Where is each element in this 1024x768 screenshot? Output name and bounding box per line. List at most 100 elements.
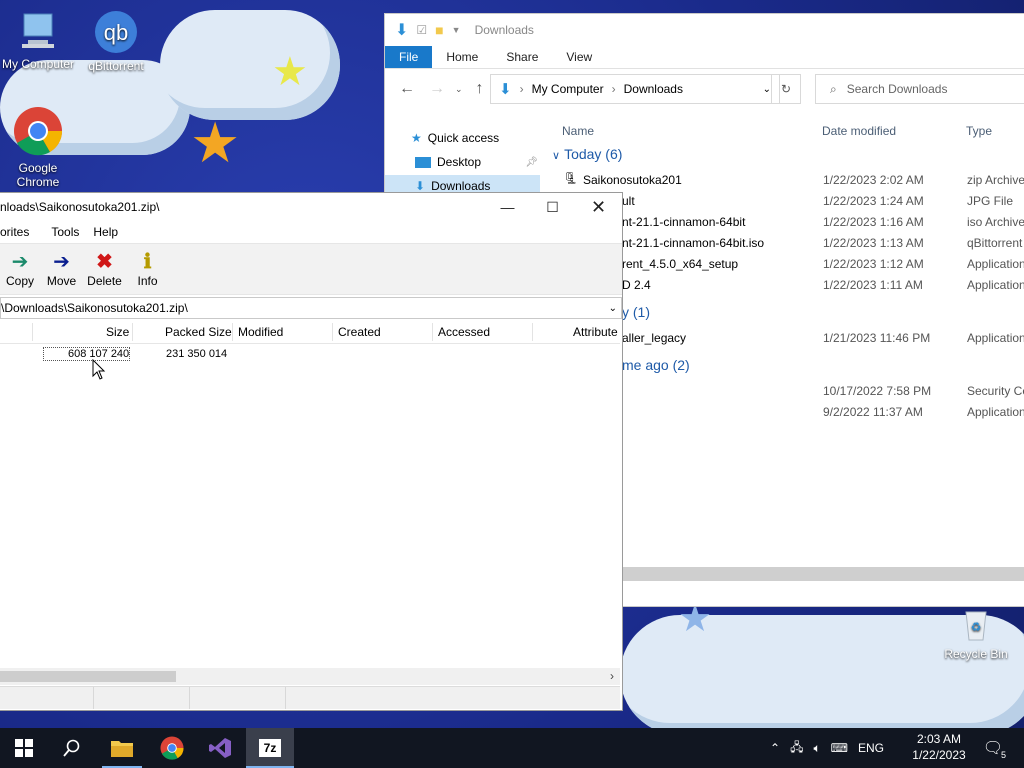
column-divider[interactable] [132,323,133,341]
scrollbar-thumb[interactable] [0,671,176,682]
svg-text:qb: qb [104,20,128,45]
desktop-icon-my-computer[interactable]: My Computer [0,10,76,71]
tab-share[interactable]: Share [492,46,552,68]
cloud-decoration [160,10,340,120]
tab-file[interactable]: File [385,46,433,68]
tab-home[interactable]: Home [432,46,492,68]
info-button[interactable]: ℹ Info [126,250,169,294]
copy-arrow-icon: ➔ [11,251,29,273]
nav-label: Desktop [437,155,482,169]
status-bar [0,686,620,709]
group-label: Today (6) [564,146,623,162]
keyboard-icon[interactable]: ⌨ [831,741,848,755]
move-arrow-icon: ➔ [53,251,70,273]
menu-help[interactable]: Help [93,225,126,239]
menu-tools[interactable]: Tools [51,225,87,239]
downloads-arrow-icon: ⬇ [395,22,409,39]
desktop-icon-chrome[interactable]: Google Chrome [0,106,76,189]
column-header-modified[interactable]: Modified [238,325,283,339]
taskbar-7zip[interactable]: 7z [246,728,294,768]
action-center-button[interactable]: 🗨︎ 5 [970,728,1016,768]
show-hidden-icons-icon[interactable]: ⌃ [770,741,780,755]
taskbar-visual-studio[interactable] [196,728,244,768]
pin-icon[interactable]: 📌︎ [525,157,538,168]
desktop-icon-recycle-bin[interactable]: ♻ Recycle Bin [938,606,1014,661]
file-size: 608 107 240 [43,347,131,361]
menu-bar: orites Tools Help [0,221,622,243]
group-header-today[interactable]: ∨ Today (6) [552,146,622,162]
ribbon-tabs: File Home Share View [385,46,1024,69]
7zip-titlebar: nloads\Saikonosutoka201.zip\ — ☐ ✕ [0,193,622,221]
column-header-packed-size[interactable]: Packed Size [165,325,232,339]
properties-icon[interactable]: ☑ [416,23,427,37]
chevron-down-icon[interactable]: ⌄ [763,84,771,95]
taskbar-file-explorer[interactable] [98,728,146,768]
tab-view[interactable]: View [552,46,606,68]
volume-icon[interactable]: 🔈︎ [813,741,820,756]
clock-time: 2:03 AM [916,732,962,746]
column-header-size[interactable]: Size [106,325,129,339]
group-header-yesterday[interactable]: y (1) [622,304,650,320]
file-type: Application [967,331,1024,345]
up-arrow-icon[interactable]: ↑ [469,80,491,98]
forward-arrow-icon[interactable]: → [425,80,449,98]
network-icon[interactable]: 🖧︎ [790,738,803,759]
search-button[interactable] [48,728,96,768]
column-header-date-modified[interactable]: Date modified [822,124,896,144]
group-header-some-time-ago[interactable]: me ago (2) [622,357,690,373]
quick-access-dropdown-icon[interactable]: ▼ [452,25,461,35]
qbittorrent-icon: qb [78,8,154,57]
file-name: rent_4.5.0_x64_setup [622,257,739,271]
refresh-button[interactable]: ↻ [771,74,801,104]
system-tray: ⌃ 🖧︎ 🔈︎ ⌨ ENG [770,728,884,768]
search-input[interactable]: ⌕ Search Downloads [815,74,1024,104]
column-divider[interactable] [32,323,33,341]
file-date: 1/22/2023 1:16 AM [823,215,924,229]
taskbar-chrome[interactable] [148,728,196,768]
chevron-down-icon[interactable]: ⌄ [609,303,617,314]
button-label: Move [46,274,77,288]
status-pane [189,687,286,709]
address-bar[interactable]: ⬇ › My Computer › Downloads ⌄ [490,74,780,104]
menu-favorites[interactable]: orites [0,225,37,239]
column-header-name[interactable]: Name [562,124,594,144]
close-button[interactable]: ✕ [576,193,621,221]
move-button[interactable]: ➔ Move [40,250,83,294]
desktop-icon-label: qBittorrent [88,59,144,73]
column-header-created[interactable]: Created [338,325,381,339]
file-list-header: Size Packed Size Modified Created Access… [0,321,620,344]
clock-date: 1/22/2023 [912,748,966,762]
horizontal-scrollbar[interactable]: › [0,668,620,685]
horizontal-scrollbar[interactable] [622,567,1024,581]
chrome-icon [0,106,76,159]
scroll-right-icon[interactable]: › [610,669,614,683]
breadcrumb-my-computer[interactable]: My Computer [532,82,604,96]
column-divider[interactable] [432,323,433,341]
copy-button[interactable]: ➔ Copy [0,250,40,294]
button-label: Copy [5,274,34,288]
file-type: qBittorrent [967,236,1023,250]
column-header-type[interactable]: Type [966,124,992,144]
language-indicator[interactable]: ENG [858,741,884,755]
start-button[interactable] [0,728,48,768]
nav-quick-access[interactable]: ★ Quick access [411,127,499,149]
recent-locations-icon[interactable]: ⌄ [455,84,463,95]
delete-button[interactable]: ✖ Delete [83,250,126,294]
column-header-attributes[interactable]: Attribute [573,325,618,339]
desktop-icon-qbittorrent[interactable]: qb qBittorrent [78,8,154,73]
chrome-icon [160,736,184,760]
maximize-button[interactable]: ☐ [530,193,575,221]
back-arrow-icon[interactable]: ← [395,80,419,98]
path-combobox[interactable]: \Downloads\Saikonosutoka201.zip\ ⌄ [0,297,622,319]
breadcrumb-downloads[interactable]: Downloads [624,82,683,96]
column-divider[interactable] [332,323,333,341]
nav-label: Quick access [427,131,500,145]
minimize-button[interactable]: — [485,193,530,221]
column-header-accessed[interactable]: Accessed [438,325,490,339]
file-row[interactable]: 🗜︎ Saikonosutoka201 1/22/2023 2:02 AM zi… [385,170,1024,191]
clock[interactable]: 2:03 AM 1/22/2023 [908,731,970,763]
folder-icon[interactable]: ■ [435,22,443,38]
column-divider[interactable] [232,323,233,341]
column-divider[interactable] [532,323,533,341]
desktop-icon-label: My Computer [1,57,75,71]
